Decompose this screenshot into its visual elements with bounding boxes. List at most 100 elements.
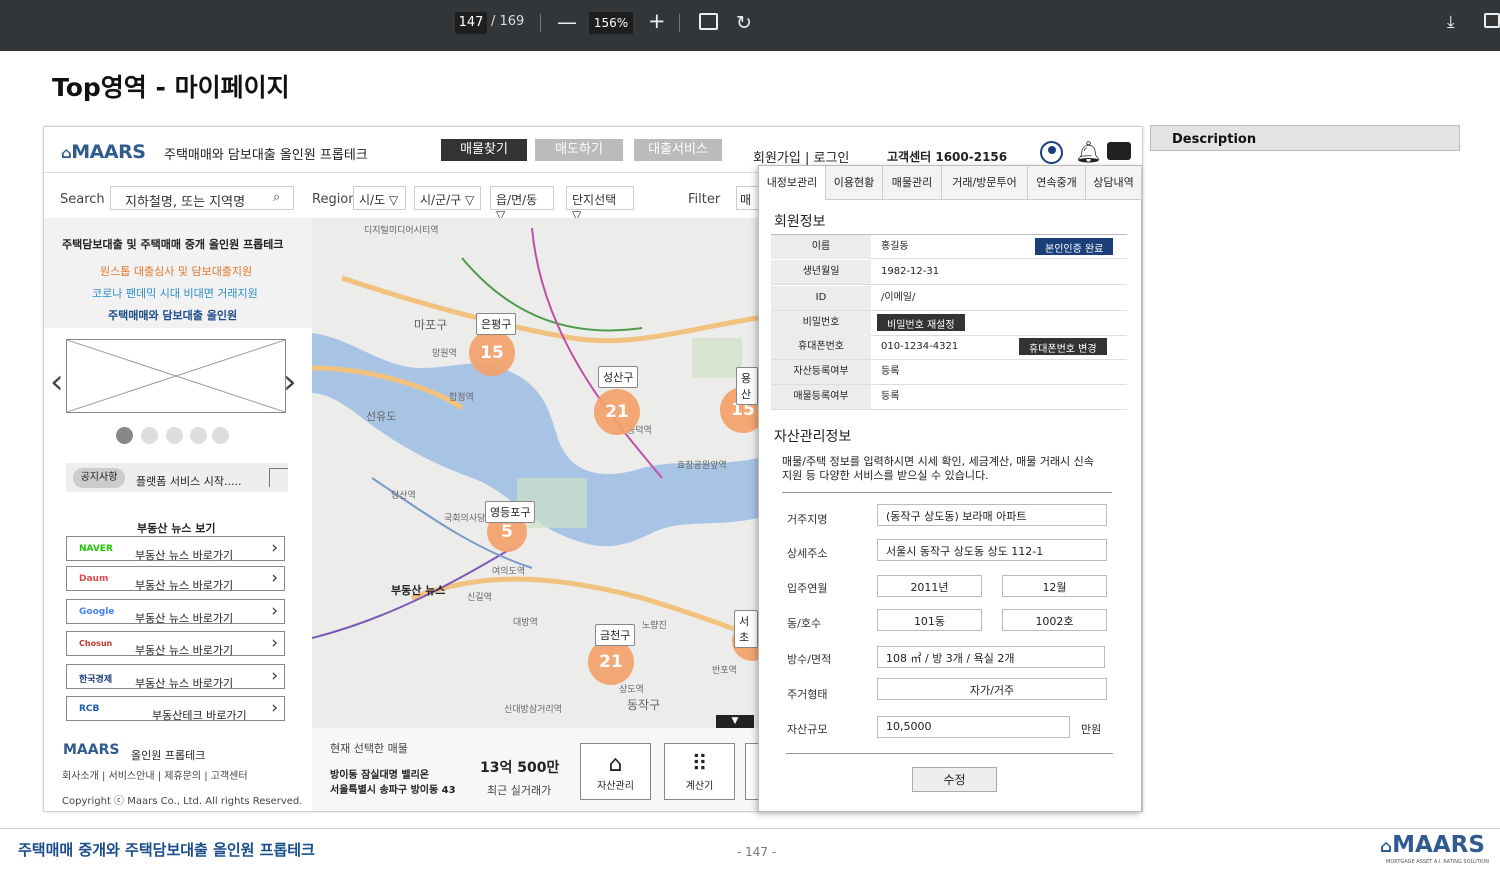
address-input[interactable]: 서울시 동작구 상도동 상도 112-1 [877,539,1107,561]
select-sido[interactable]: 시/도 ▽ [353,186,406,210]
notice-tag: 공지사항 [73,468,125,488]
nav-loan-service[interactable]: 대출서비스 [634,139,722,161]
home-icon: ⌂ [608,752,623,777]
residence-input[interactable]: (동작구 상도동) 보라매 아파트 [877,504,1107,526]
property-title[interactable]: 방이동 잠실대명 밸리온 [330,766,429,781]
map-label: 선유도 [366,410,397,423]
join-login-links[interactable]: 회원가입 | 로그인 [753,147,849,166]
fit-page-icon[interactable] [699,13,718,30]
divider [782,492,1112,493]
user-icon[interactable] [1040,141,1063,164]
news-title: 부동산 뉴스 보기 [137,522,216,535]
cluster-label[interactable]: 은평구 [476,313,517,335]
site-tagline: 주택매매와 담보대출 올인원 프롭테크 [164,148,368,163]
move-year-input[interactable]: 2011년 [877,575,982,597]
reset-password-button[interactable]: 비밀번호 재설정 [877,314,965,331]
customer-center: 고객센터 1600-2156 [887,150,1008,164]
page-number-input[interactable]: 147 [455,12,487,34]
footer-links[interactable]: 회사소개 | 서비스안내 | 제휴문의 | 고객센터 [62,767,248,782]
dong-input[interactable]: 101동 [877,609,982,631]
map-collapse-icon[interactable]: ▼ [716,715,754,728]
housing-type-select[interactable]: 자가/거주 [877,678,1107,700]
zoom-level-input[interactable]: 156% [589,12,633,34]
map-cluster[interactable]: 15 [469,330,515,376]
select-eupmyeondong[interactable]: 읍/면/동 ▽ [490,186,554,222]
tab-tour[interactable]: 거래/방문투어 [942,166,1028,200]
calculator-button[interactable]: ⠿ 계산기 [664,743,735,800]
filter-select[interactable]: 매물 [736,186,760,210]
bell-icon[interactable]: 🔔︎ [1075,140,1102,165]
news-row-daum[interactable]: Daum 부동산 뉴스 바로가기 › [66,566,285,593]
tab-usage[interactable]: 이용현황 [826,166,883,200]
news-link[interactable]: 부동산 뉴스 바로가기 [135,610,233,626]
cluster-label[interactable]: 서초 [734,610,758,648]
banner-prev-icon[interactable]: ‹ [50,362,64,402]
chat-icon[interactable] [1107,142,1131,160]
banner-next-icon[interactable]: › [283,362,297,402]
map-label: 신길역 [467,593,492,603]
search-icon[interactable]: ⌕ [273,190,280,205]
member-row: 휴대폰번호 010-1234-4321 휴대폰번호 변경 [771,335,1127,360]
news-link[interactable]: 부동산 뉴스 바로가기 [135,547,233,563]
asset-management-button[interactable]: ⌂ 자산관리 [580,743,651,800]
slide-title: Top영역 - 마이페이지 [52,73,290,102]
verified-badge: 본인인증 완료 [1035,238,1114,255]
print-icon[interactable] [1484,13,1500,28]
nav-find-property[interactable]: 매물찾기 [441,139,527,161]
cluster-label[interactable]: 영등포구 [485,501,536,523]
carousel-dot[interactable] [166,427,183,444]
news-link[interactable]: 부동산테크 바로가기 [152,707,247,723]
field-label: 주거형태 [787,688,828,701]
carousel-dot-active[interactable] [116,427,133,444]
member-row: 비밀번호 비밀번호 재설정 [771,311,1127,336]
naver-logo: NAVER [79,544,113,554]
news-row-google[interactable]: Google 부동산 뉴스 바로가기 › [66,599,285,626]
member-row: 이름 홍길동 본인인증 완료 [771,234,1127,259]
carousel-dot[interactable] [190,427,207,444]
member-row: 자산등록여부 등록 [771,360,1127,385]
placeholder-cross-icon [66,339,286,413]
field-label: 동/호수 [787,617,822,630]
search-input[interactable]: 지하철명, 또는 지역명 [110,186,294,210]
tab-property-management[interactable]: 매물관리 [883,166,942,200]
ho-input[interactable]: 1002호 [1002,609,1107,631]
news-row-naver[interactable]: NAVER 부동산 뉴스 바로가기 › [66,536,285,563]
select-sigungu[interactable]: 시/군/구 ▽ [414,186,481,210]
site-logo[interactable]: ⌂MAARS [61,141,146,163]
search-label: Search [60,192,105,207]
news-link[interactable]: 부동산 뉴스 바로가기 [135,577,233,593]
room-area-input[interactable]: 108 ㎡ / 방 3개 / 욕실 2개 [877,646,1105,668]
carousel-dot[interactable] [212,427,229,444]
map-view[interactable]: 디지털미디어시티역 마포구 망원역 합정역 선유도 당산역 국회의사당 여의도역… [312,218,758,728]
tab-my-info[interactable]: 내정보관리 [759,166,826,200]
news-row-hankyung[interactable]: 한국경제 부동산 뉴스 바로가기 › [66,664,285,691]
news-row-rcb[interactable]: RCB 부동산테크 바로가기 › [66,696,285,723]
carousel-dot[interactable] [141,427,158,444]
notice-text[interactable]: 플랫폼 서비스 시작..... [136,473,241,489]
nav-sell[interactable]: 매도하기 [535,139,623,161]
map-label: 국회의사당 [444,514,486,524]
change-phone-button[interactable]: 휴대폰번호 변경 [1019,338,1107,355]
save-button[interactable]: 수정 [912,767,997,792]
news-link[interactable]: 부동산 뉴스 바로가기 [135,675,233,691]
tab-consultation[interactable]: 상담내역 [1086,166,1142,200]
more-quick-button[interactable] [745,743,758,800]
news-row-chosun[interactable]: Chosun 부동산 뉴스 바로가기 › [66,631,285,658]
news-link[interactable]: 부동산 뉴스 바로가기 [135,642,233,658]
cluster-label[interactable]: 성산구 [598,366,639,388]
zoom-in-icon[interactable]: + [648,9,666,33]
select-complex[interactable]: 단지선택 ▽ [566,186,634,222]
map-cluster[interactable]: 21 [594,389,640,435]
asset-scale-input[interactable]: 10,5000 [877,716,1070,738]
notice-more-icon[interactable] [269,468,288,487]
brand-logo-subtitle: MORTGAGE ASSET A.I. RATING SOLUTION [1386,859,1489,865]
zoom-out-icon[interactable]: — [557,10,577,34]
move-month-input[interactable]: 12월 [1002,575,1107,597]
toolbar-divider [679,14,680,32]
field-label: 자산규모 [787,723,828,736]
cluster-label[interactable]: 금천구 [595,624,636,646]
cluster-label[interactable]: 용산 [736,367,758,405]
rotate-icon[interactable]: ↻ [736,12,752,34]
download-icon[interactable]: ⤓ [1447,12,1455,32]
tab-continuous-brokerage[interactable]: 연속중개 [1028,166,1086,200]
